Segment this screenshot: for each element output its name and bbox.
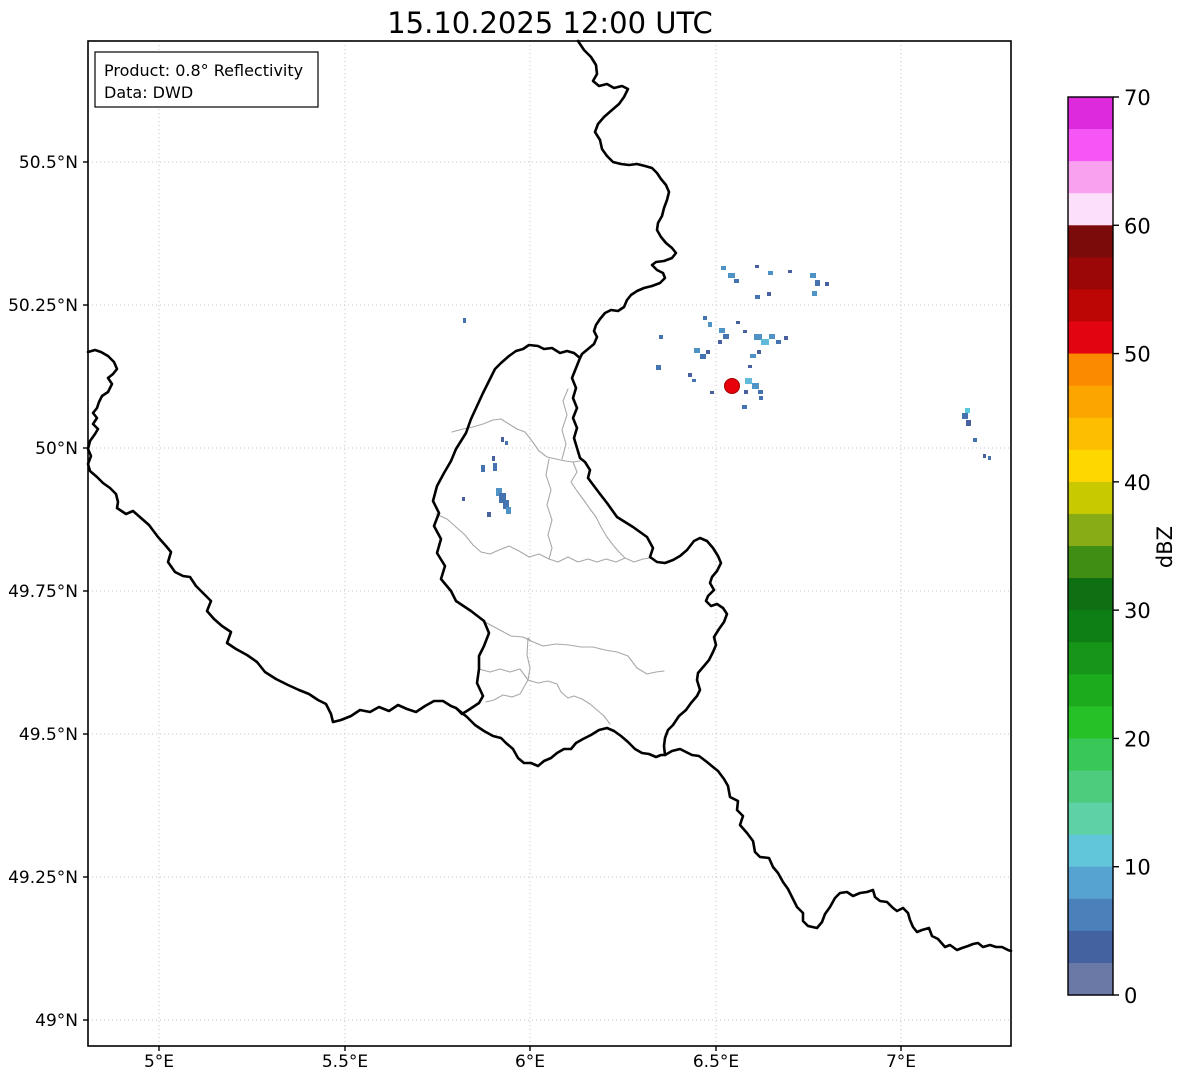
page-title: 15.10.2025 12:00 UTC bbox=[387, 6, 713, 40]
lat-tick-label: 49.5°N bbox=[19, 725, 78, 745]
colorbar-ticks: 0 10 20 30 40 50 60 70 bbox=[1113, 86, 1151, 1008]
radar-station-marker bbox=[724, 378, 740, 394]
map-frame bbox=[87, 40, 1012, 1047]
lat-tick-label: 49°N bbox=[35, 1011, 78, 1031]
lon-tick-label: 5°E bbox=[144, 1052, 174, 1072]
colorbar-tick-label: 20 bbox=[1124, 727, 1151, 751]
lon-tick-label: 7°E bbox=[886, 1052, 916, 1072]
radar-map-svg: 5°E 5.5°E 6°E 6.5°E 7°E 50.5°N 50.25°N 50°N 49.7… bbox=[8, 6, 1177, 1072]
lat-tick-label: 49.75°N bbox=[8, 582, 78, 602]
colorbar-tick-label: 0 bbox=[1124, 984, 1137, 1008]
radar-map-figure: 5°E 5.5°E 6°E 6.5°E 7°E 50.5°N 50.25°N 50°N 49.7… bbox=[0, 0, 1202, 1081]
colorbar-tick-label: 70 bbox=[1124, 86, 1151, 110]
admin-borders bbox=[435, 388, 665, 725]
lat-tick-label: 50°N bbox=[35, 439, 78, 459]
colorbar-tick-label: 60 bbox=[1124, 214, 1151, 238]
colorbar-unit-label: dBZ bbox=[1153, 526, 1177, 568]
info-data-line: Data: DWD bbox=[104, 83, 193, 102]
map-plot: 5°E 5.5°E 6°E 6.5°E 7°E 50.5°N 50.25°N 50°N 49.7… bbox=[8, 39, 1013, 1072]
colorbar-tick-label: 40 bbox=[1124, 471, 1151, 495]
lon-tick-label: 5.5°E bbox=[322, 1052, 368, 1072]
colorbar-bands bbox=[1068, 97, 1113, 996]
lat-tick-label: 50.25°N bbox=[8, 296, 78, 316]
lon-tick-label: 6°E bbox=[515, 1052, 545, 1072]
graticule-gridlines bbox=[88, 41, 1011, 1046]
colorbar: 0 10 20 30 40 50 60 70 dBZ bbox=[1067, 86, 1177, 1008]
colorbar-tick-label: 30 bbox=[1124, 599, 1151, 623]
lat-tick-label: 50.5°N bbox=[19, 153, 78, 173]
colorbar-tick-label: 50 bbox=[1124, 343, 1151, 367]
info-box: Product: 0.8° Reflectivity Data: DWD bbox=[94, 51, 319, 108]
info-product-line: Product: 0.8° Reflectivity bbox=[104, 61, 303, 80]
axis-ticks-and-labels: 5°E 5.5°E 6°E 6.5°E 7°E 50.5°N 50.25°N 50°N 49.7… bbox=[8, 153, 916, 1072]
colorbar-tick-label: 10 bbox=[1124, 856, 1151, 880]
lat-tick-label: 49.25°N bbox=[8, 868, 78, 888]
lon-tick-label: 6.5°E bbox=[693, 1052, 739, 1072]
